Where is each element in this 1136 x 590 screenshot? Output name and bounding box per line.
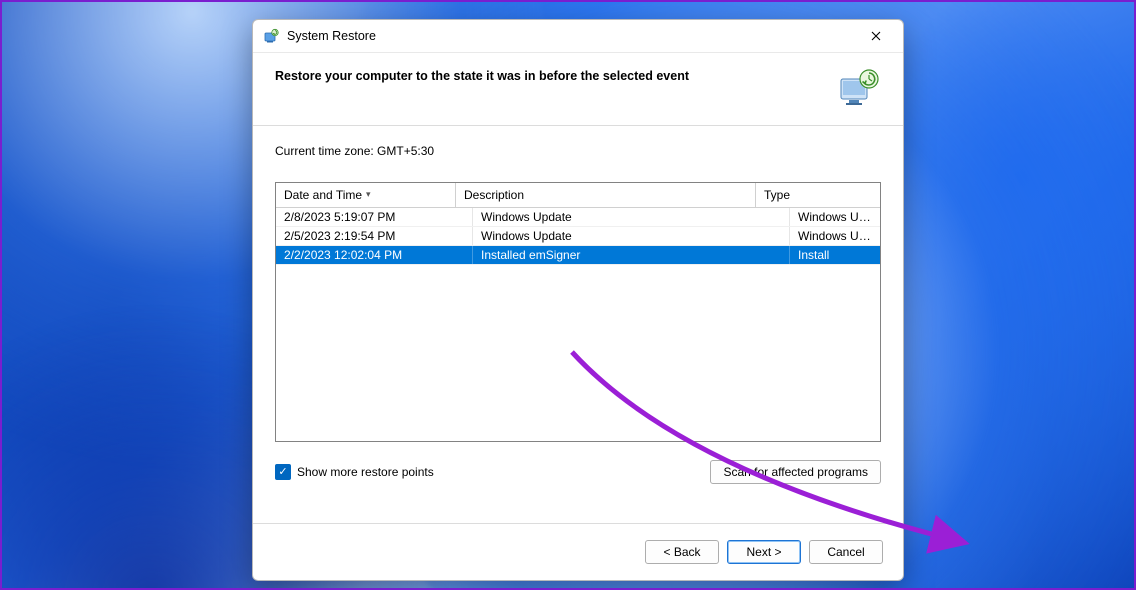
cell-date-time: 2/2/2023 12:02:04 PM xyxy=(276,248,472,262)
checkmark-icon: ✓ xyxy=(275,464,291,480)
show-more-checkbox[interactable]: ✓ Show more restore points xyxy=(275,464,434,480)
cell-description: Windows Update xyxy=(473,229,789,243)
desktop-background: System Restore Restore your computer to … xyxy=(0,0,1136,590)
cell-type: Install xyxy=(790,248,880,262)
cancel-button[interactable]: Cancel xyxy=(809,540,883,564)
column-date-time-label: Date and Time xyxy=(284,188,362,202)
wizard-header: Restore your computer to the state it wa… xyxy=(253,53,903,126)
column-description[interactable]: Description xyxy=(456,183,756,207)
system-restore-window: System Restore Restore your computer to … xyxy=(252,19,904,581)
sort-descending-icon: ▾ xyxy=(366,189,371,200)
close-button[interactable] xyxy=(855,22,897,50)
back-button[interactable]: < Back xyxy=(645,540,719,564)
column-type-label: Type xyxy=(764,188,790,202)
next-button[interactable]: Next > xyxy=(727,540,801,564)
cell-type: Windows Update xyxy=(790,210,880,224)
column-type[interactable]: Type xyxy=(756,183,880,207)
table-row[interactable]: 2/2/2023 12:02:04 PMInstalled emSignerIn… xyxy=(276,246,880,265)
show-more-label: Show more restore points xyxy=(297,465,434,479)
cell-description: Installed emSigner xyxy=(473,248,789,262)
back-label: < Back xyxy=(663,545,700,559)
table-row[interactable]: 2/5/2023 2:19:54 PMWindows UpdateWindows… xyxy=(276,227,880,246)
column-date-time[interactable]: Date and Time ▾ xyxy=(276,183,456,207)
restore-points-table: Date and Time ▾ Description Type 2/8/202… xyxy=(275,182,881,442)
cell-type: Windows Update xyxy=(790,229,880,243)
table-row[interactable]: 2/8/2023 5:19:07 PMWindows UpdateWindows… xyxy=(276,208,880,227)
cell-date-time: 2/5/2023 2:19:54 PM xyxy=(276,229,472,243)
system-restore-icon xyxy=(263,28,279,44)
wizard-footer: < Back Next > Cancel xyxy=(253,523,903,580)
table-header: Date and Time ▾ Description Type xyxy=(276,183,880,208)
cancel-label: Cancel xyxy=(827,545,864,559)
timezone-label: Current time zone: GMT+5:30 xyxy=(275,144,881,158)
restore-hero-icon xyxy=(837,67,881,107)
column-description-label: Description xyxy=(464,188,524,202)
next-label: Next > xyxy=(746,545,781,559)
scan-affected-button[interactable]: Scan for affected programs xyxy=(710,460,881,484)
titlebar: System Restore xyxy=(253,20,903,53)
cell-description: Windows Update xyxy=(473,210,789,224)
scan-affected-label: Scan for affected programs xyxy=(723,465,868,479)
window-title: System Restore xyxy=(287,29,376,43)
wizard-heading: Restore your computer to the state it wa… xyxy=(275,67,827,83)
cell-date-time: 2/8/2023 5:19:07 PM xyxy=(276,210,472,224)
